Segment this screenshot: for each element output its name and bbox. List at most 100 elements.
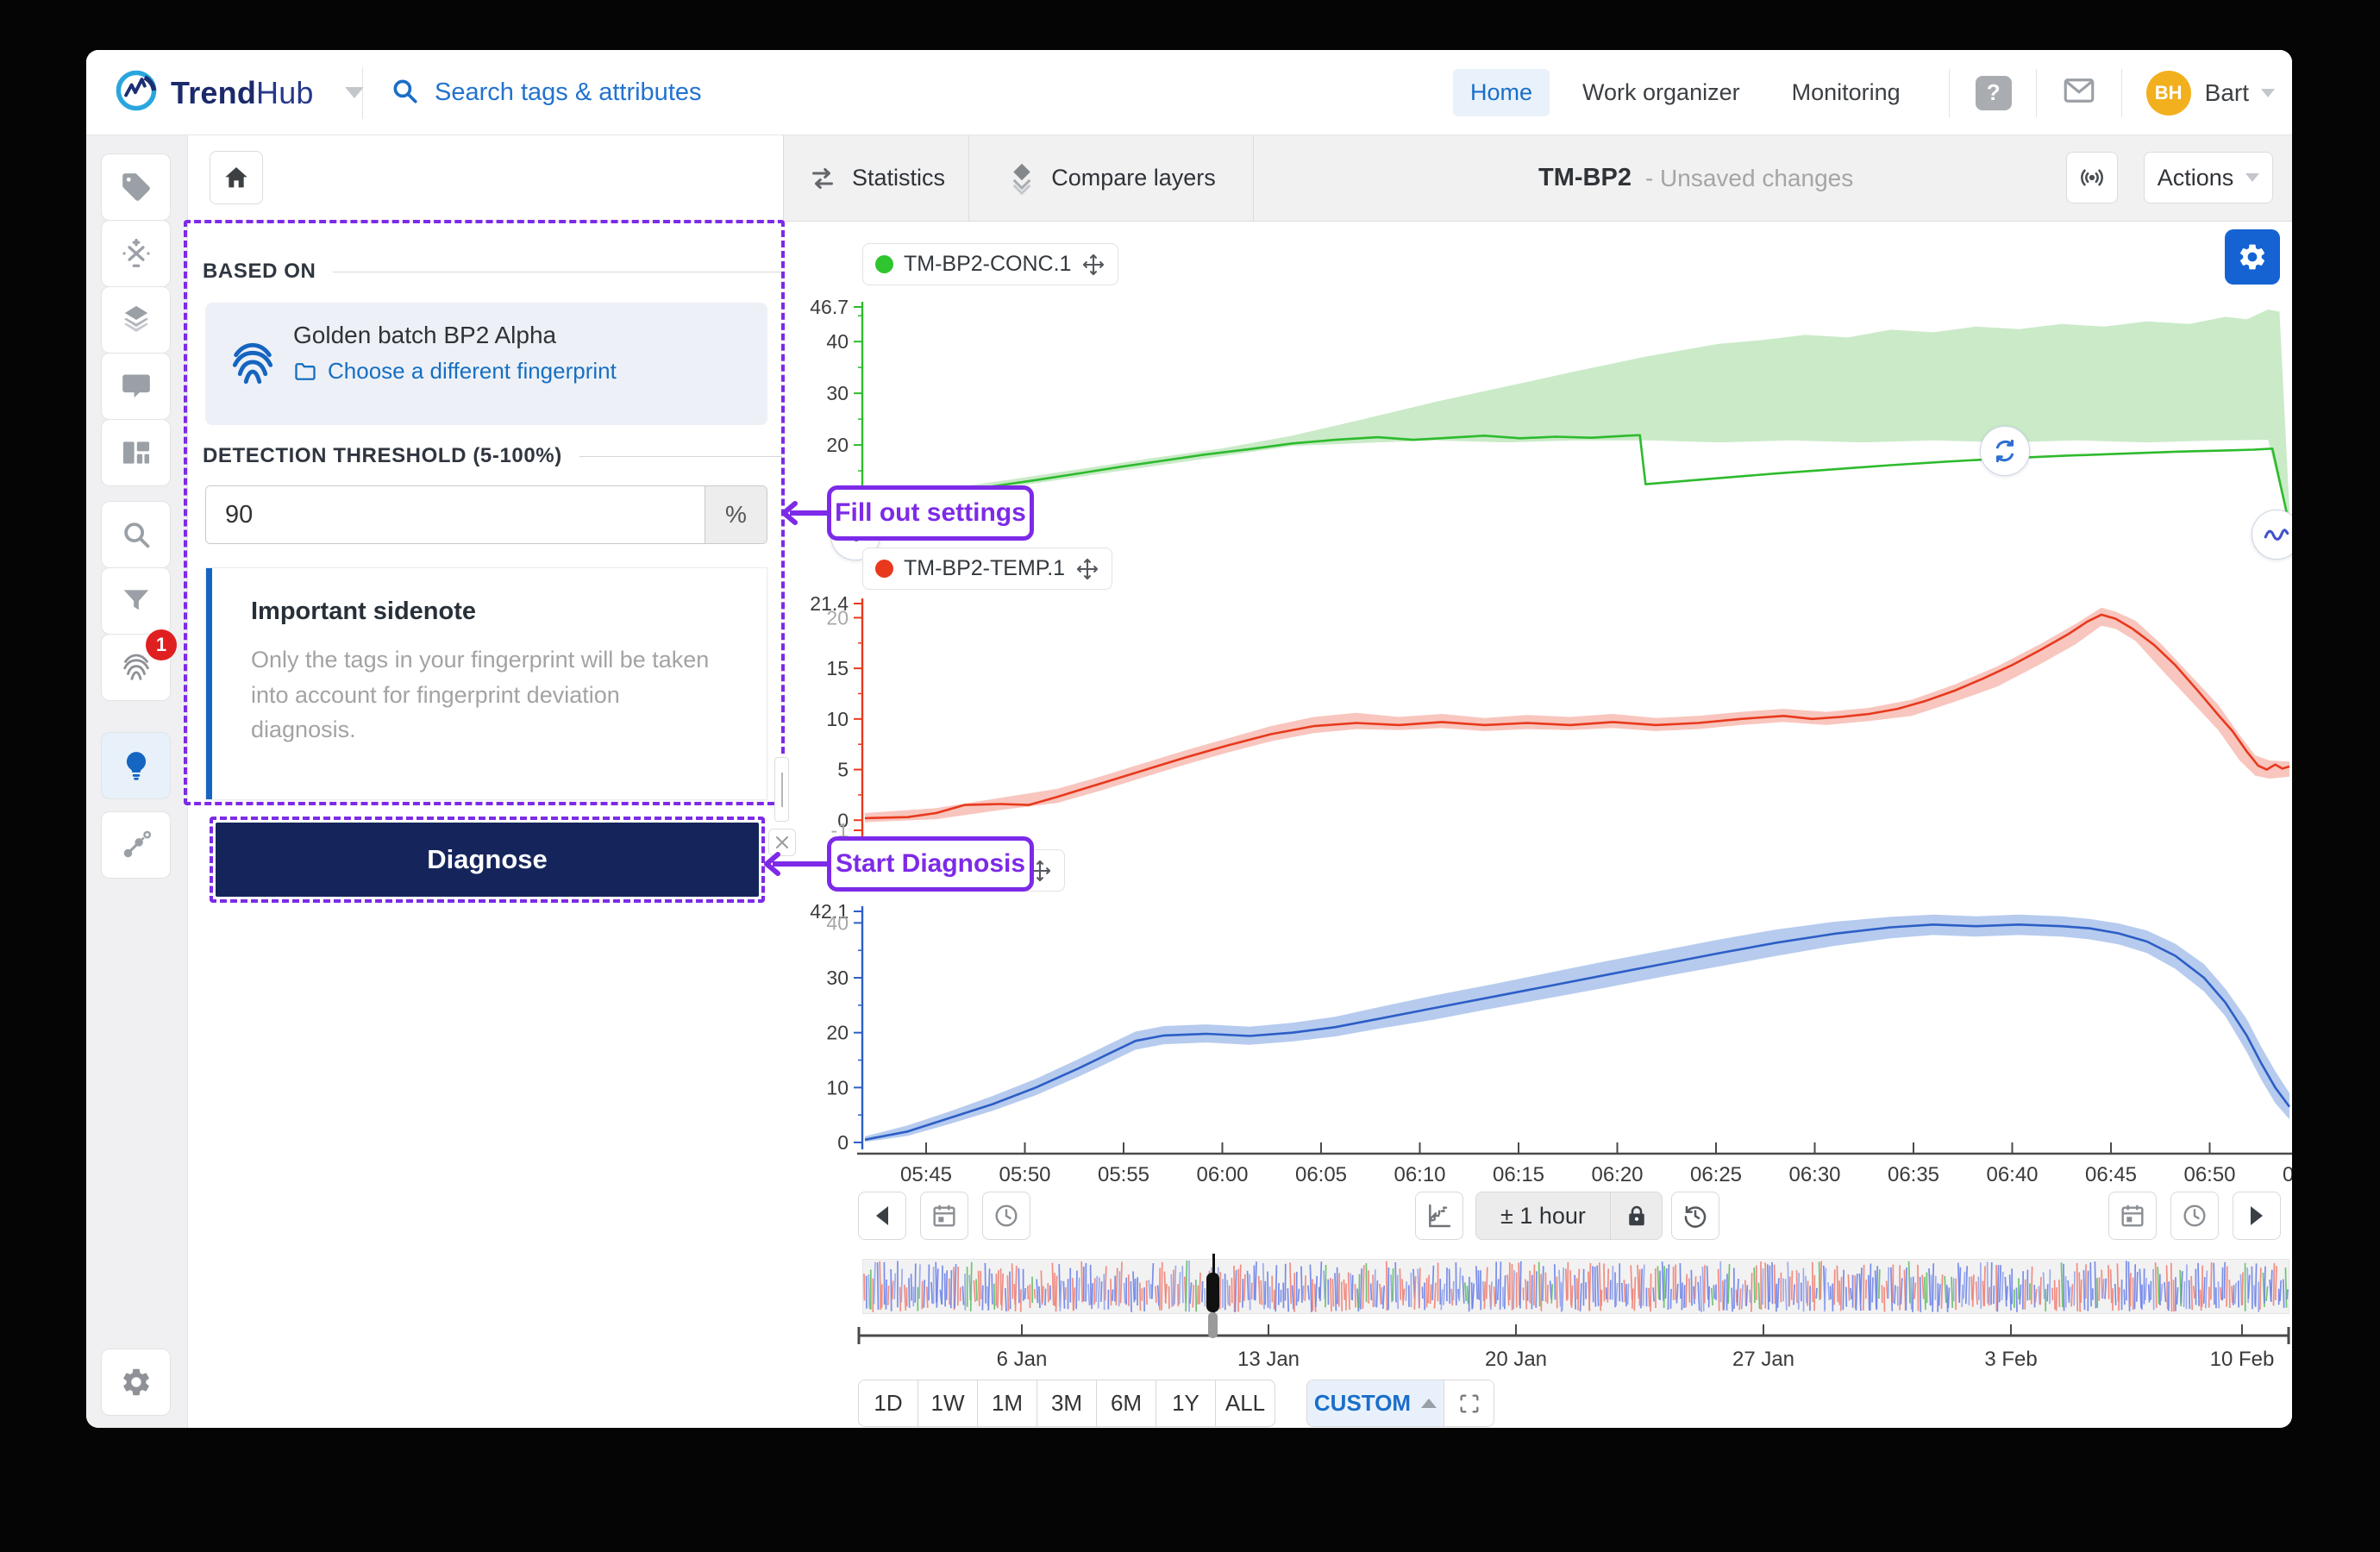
svg-text:20 Jan: 20 Jan — [1485, 1348, 1547, 1371]
dashboard-icon — [122, 441, 149, 464]
fingerprint-deviations-panel: BASED ON Golden batch BP2 Alpha Choose a… — [188, 222, 783, 1428]
threshold-field: % — [205, 485, 767, 544]
fingerprint-name: Golden batch BP2 Alpha — [293, 322, 557, 348]
range-1d[interactable]: 1D — [858, 1380, 918, 1427]
clock-icon — [2183, 1205, 2206, 1227]
sidebar-item-tags[interactable] — [101, 153, 171, 221]
time-range-presets: 1D 1W 1M 3M 6M 1Y ALL — [858, 1380, 1275, 1427]
sidebar-item-monitors[interactable] — [101, 811, 171, 879]
choose-fingerprint-link[interactable]: Choose a different fingerprint — [293, 358, 617, 385]
calendar-icon — [2121, 1205, 2144, 1227]
chart-settings-button[interactable] — [2225, 229, 2280, 285]
range-6m[interactable]: 6M — [1096, 1380, 1156, 1427]
threshold-input[interactable] — [206, 486, 705, 543]
fingerprint-blue-icon — [226, 335, 279, 397]
compare-layers-icon — [1012, 163, 1031, 195]
series-name: TM-BP2-CONC.1 — [904, 252, 1072, 276]
range-1w[interactable]: 1W — [918, 1380, 978, 1427]
move-icon[interactable] — [1075, 557, 1099, 581]
sidebar-item-fingerprints[interactable]: 1 — [101, 629, 177, 701]
step-chart-icon — [1429, 1204, 1451, 1228]
scrubber-secondary-handle[interactable] — [1208, 1312, 1218, 1338]
app-logo[interactable]: TrendHub — [114, 50, 364, 135]
house-icon — [225, 167, 247, 188]
start-time-button[interactable] — [982, 1192, 1030, 1240]
range-1y[interactable]: 1Y — [1156, 1380, 1216, 1427]
end-time-button[interactable] — [2170, 1192, 2219, 1240]
close-icon — [776, 836, 788, 848]
broadcast-icon — [2081, 169, 2103, 186]
settings-annotation-arrow — [781, 501, 829, 525]
expand-icon — [1460, 1394, 1478, 1412]
user-chevron-down-icon[interactable] — [2261, 88, 2276, 97]
user-name[interactable]: Bart — [2205, 79, 2249, 107]
sidenote-card: Important sidenote Only the tags in your… — [205, 567, 767, 800]
range-3m[interactable]: 3M — [1037, 1380, 1097, 1427]
search-icon — [123, 523, 149, 548]
sidebar-item-filter[interactable] — [101, 567, 171, 635]
range-1m[interactable]: 1M — [977, 1380, 1037, 1427]
help-icon[interactable]: ? — [1975, 75, 2012, 110]
funnel-icon — [123, 590, 148, 610]
sidenote-body: Only the tags in your fingerprint will b… — [251, 647, 710, 742]
sidenote-title: Important sidenote — [251, 598, 477, 625]
logo-chevron-down-icon[interactable] — [344, 87, 364, 98]
nav-work-organizer[interactable]: Work organizer — [1565, 69, 1757, 116]
scrubber-handle[interactable] — [1206, 1273, 1219, 1312]
lock-range-button[interactable] — [1610, 1192, 1662, 1239]
fingerprint-icon — [122, 654, 149, 680]
series-name: TM-BP2-TEMP.1 — [904, 556, 1066, 580]
sidebar-item-layers[interactable] — [101, 286, 171, 354]
chart-area — [783, 222, 2292, 1428]
compare-layers-button[interactable]: Compare layers — [969, 135, 1254, 221]
nav-home[interactable]: Home — [1453, 69, 1550, 116]
history-button[interactable] — [1671, 1192, 1719, 1240]
move-icon[interactable] — [1081, 253, 1105, 277]
divider — [579, 455, 782, 457]
nav-monitoring[interactable]: Monitoring — [1775, 69, 1918, 116]
divider — [2035, 68, 2037, 117]
lightbulb-icon — [126, 752, 146, 780]
fill-out-settings-annotation: Fill out settings — [827, 485, 1034, 541]
legend-temp[interactable]: TM-BP2-TEMP.1 — [862, 548, 1113, 590]
sidebar-item-dashboards[interactable] — [101, 419, 171, 486]
sidebar-item-comments[interactable] — [101, 353, 171, 420]
home-button[interactable] — [210, 151, 263, 204]
search-bar[interactable] — [390, 50, 952, 135]
history-icon — [1684, 1205, 1707, 1228]
actions-button[interactable]: Actions — [2144, 152, 2273, 203]
screen: TrendHub Home Work organizer Monitoring … — [0, 0, 2380, 1552]
sidebar-item-suggestions[interactable] — [101, 732, 171, 799]
pan-right-button[interactable] — [2233, 1192, 2281, 1240]
view-title: TM-BP2 - Unsaved changes — [1538, 135, 1853, 221]
live-mode-button[interactable] — [2066, 152, 2118, 203]
refresh-layer-button[interactable] — [1980, 426, 2030, 476]
mail-icon[interactable] — [2061, 72, 2097, 113]
statistics-button[interactable]: Statistics — [784, 135, 969, 221]
avatar[interactable]: BH — [2145, 70, 2191, 116]
end-calendar-button[interactable] — [2108, 1192, 2157, 1240]
pan-left-button[interactable] — [858, 1192, 906, 1240]
search-icon — [390, 76, 419, 110]
custom-range-button[interactable]: CUSTOM — [1307, 1380, 1444, 1426]
step-mode-button[interactable] — [1415, 1192, 1463, 1240]
diagnosis-annotation-arrow — [764, 852, 829, 876]
sidebar-item-settings[interactable] — [101, 1349, 171, 1416]
search-input[interactable] — [435, 78, 952, 107]
panel-header: FINGERPRINT DEVIATIONS ? — [86, 135, 783, 278]
formula-icon — [122, 238, 150, 267]
refresh-icon — [1995, 439, 2014, 463]
sidebar-item-search[interactable] — [101, 501, 171, 568]
start-diagnosis-annotation: Start Diagnosis — [827, 836, 1034, 892]
fullscreen-range-button[interactable] — [1444, 1380, 1494, 1426]
threshold-label: DETECTION THRESHOLD (5-100%) — [203, 444, 562, 467]
panel-resize-handle[interactable] — [774, 757, 789, 822]
sidebar-item-formulas[interactable] — [101, 220, 171, 287]
time-range-control[interactable]: ± 1 hour — [1475, 1192, 1663, 1240]
range-all[interactable]: ALL — [1215, 1380, 1275, 1427]
start-calendar-button[interactable] — [920, 1192, 968, 1240]
overview-context-band[interactable] — [862, 1259, 2289, 1314]
legend-conc[interactable]: TM-BP2-CONC.1 — [862, 243, 1119, 285]
chevron-up-icon — [1421, 1399, 1437, 1408]
diagnose-button[interactable]: Diagnose — [216, 823, 759, 897]
